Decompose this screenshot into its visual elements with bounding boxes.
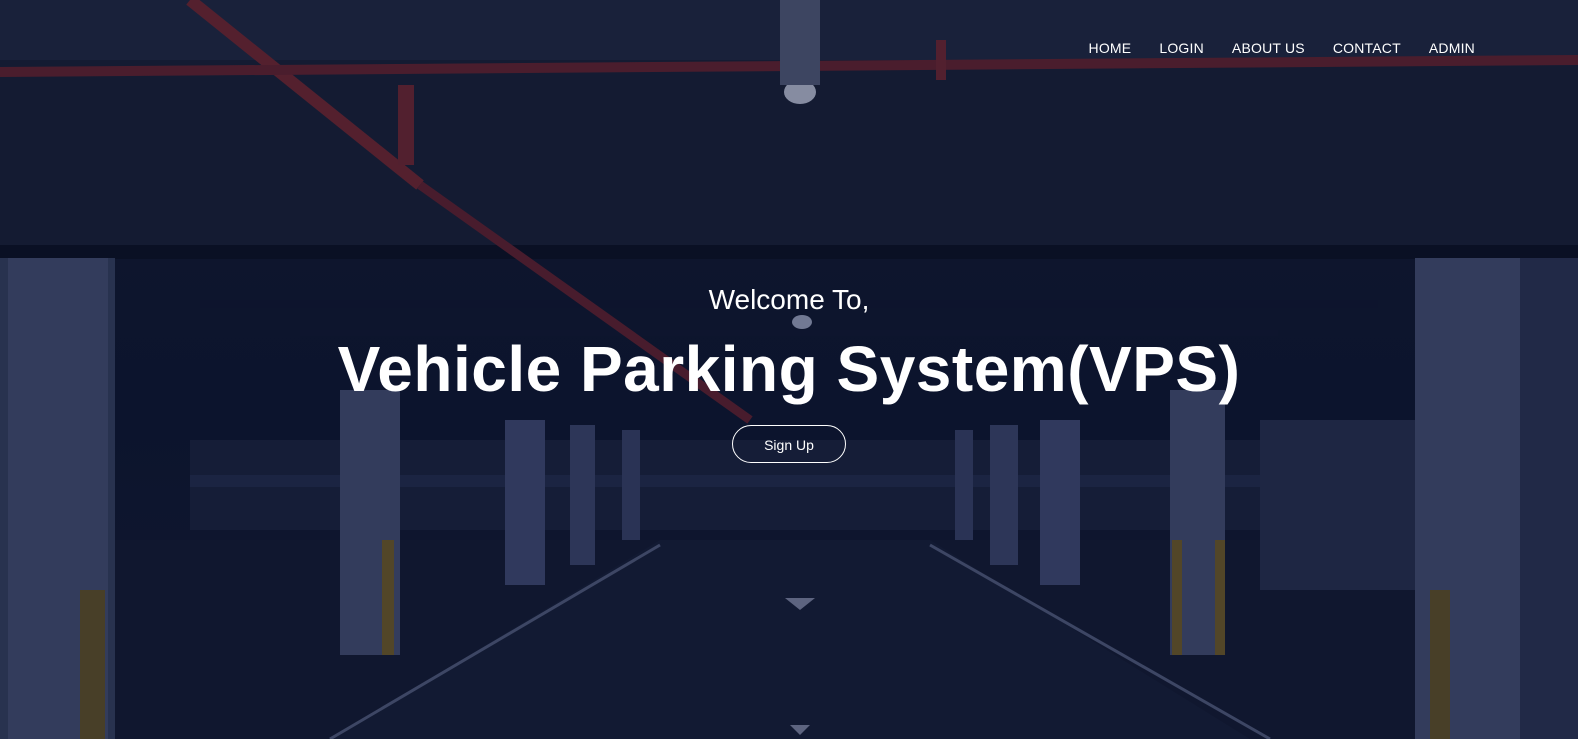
hero-content: Welcome To, Vehicle Parking System(VPS) … <box>0 280 1578 463</box>
nav-admin-link[interactable]: ADMIN <box>1429 40 1475 56</box>
hero-section: HOME LOGIN ABOUT US CONTACT ADMIN Welcom… <box>0 0 1578 739</box>
nav-about-us-link[interactable]: ABOUT US <box>1232 40 1305 56</box>
nav-contact-link[interactable]: CONTACT <box>1333 40 1401 56</box>
nav-login-link[interactable]: LOGIN <box>1159 40 1204 56</box>
sign-up-button[interactable]: Sign Up <box>732 425 846 463</box>
nav-home-link[interactable]: HOME <box>1089 40 1132 56</box>
welcome-heading: Welcome To, <box>708 284 870 315</box>
page-title: Vehicle Parking System(VPS) <box>337 333 1241 405</box>
top-navigation: HOME LOGIN ABOUT US CONTACT ADMIN <box>1061 40 1475 56</box>
